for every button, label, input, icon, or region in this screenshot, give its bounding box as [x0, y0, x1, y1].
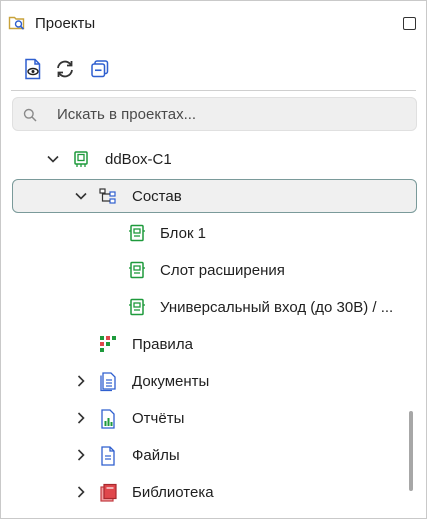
- module-icon: [128, 298, 146, 316]
- rules-icon: [99, 335, 117, 353]
- tree-item-files[interactable]: Файлы: [1, 438, 426, 472]
- tree-item-reports[interactable]: Отчёты: [1, 401, 426, 435]
- documents-icon: [99, 372, 117, 392]
- panel-title: Проекты: [35, 15, 96, 32]
- chevron-down-icon[interactable]: [74, 189, 88, 203]
- module-icon: [128, 261, 146, 279]
- chevron-down-icon[interactable]: [46, 152, 60, 166]
- tree-item-root[interactable]: ddBox-C1: [1, 142, 426, 176]
- project-search-icon: [8, 14, 26, 32]
- tree-item-label: Слот расширения: [160, 262, 285, 279]
- chevron-right-icon[interactable]: [74, 448, 88, 462]
- collapse-all-button[interactable]: [88, 59, 112, 83]
- reports-icon: [99, 409, 117, 429]
- tree-item-label: Отчёты: [132, 410, 185, 427]
- collapse-all-icon: [90, 59, 110, 84]
- projects-panel: Проекты Искать в проектах... ddBox-C1 Со…: [0, 0, 427, 519]
- preview-document-button[interactable]: [21, 58, 45, 85]
- device-icon: [72, 150, 90, 168]
- tree-item-label: Файлы: [132, 447, 180, 464]
- tree-item-module[interactable]: Универсальный вход (до 30В) / ...: [1, 290, 426, 324]
- chevron-right-icon[interactable]: [74, 374, 88, 388]
- tree-item-label: Документы: [132, 373, 210, 390]
- tree-item-module[interactable]: Блок 1: [1, 216, 426, 250]
- preview-document-icon: [23, 58, 43, 85]
- toolbar-divider: [11, 90, 416, 91]
- refresh-icon: [54, 58, 76, 85]
- tree-item-documents[interactable]: Документы: [1, 364, 426, 398]
- library-icon: [99, 483, 117, 502]
- tree-item-label: Библиотека: [132, 484, 214, 501]
- refresh-button[interactable]: [53, 59, 77, 83]
- tree-item-library[interactable]: Библиотека: [1, 475, 426, 509]
- tree-item-label: Правила: [132, 336, 193, 353]
- chevron-right-icon[interactable]: [74, 485, 88, 499]
- search-input[interactable]: [57, 98, 407, 130]
- hierarchy-icon: [99, 187, 117, 205]
- tree-item-module[interactable]: Слот расширения: [1, 253, 426, 287]
- tree-item-label: Блок 1: [160, 225, 207, 242]
- tree-item-label: ddBox-C1: [105, 151, 172, 168]
- tree-item-label: Универсальный вход (до 30В) / ...: [160, 299, 394, 316]
- toolbar: [1, 55, 426, 87]
- maximize-icon[interactable]: [403, 17, 416, 30]
- search-box: [12, 97, 417, 131]
- panel-header: Проекты: [1, 1, 426, 47]
- vertical-scrollbar[interactable]: [409, 411, 413, 491]
- file-icon: [99, 446, 117, 466]
- module-icon: [128, 224, 146, 242]
- selection-highlight: [12, 179, 417, 213]
- chevron-right-icon[interactable]: [74, 411, 88, 425]
- tree-item-label: Состав: [132, 188, 182, 205]
- tree-item-rules[interactable]: Правила: [1, 327, 426, 361]
- search-icon: [23, 108, 37, 122]
- tree-item-composition[interactable]: Состав: [1, 179, 426, 213]
